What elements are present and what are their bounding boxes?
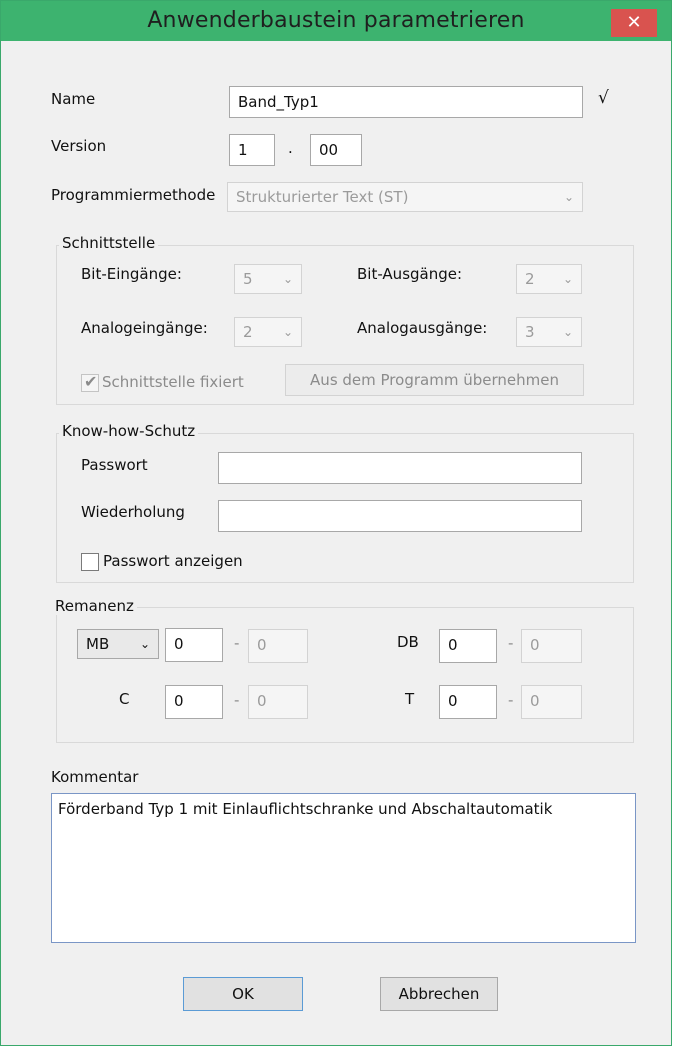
interface-group-label: Schnittstelle — [59, 234, 159, 252]
analog-inputs-value: 2 — [243, 323, 253, 341]
show-password-checkbox[interactable] — [81, 553, 99, 571]
take-from-program-button[interactable]: Aus dem Programm übernehmen — [285, 364, 584, 396]
show-password-label: Passwort anzeigen — [103, 552, 243, 570]
checkmark-icon: ✔ — [84, 372, 98, 391]
bit-outputs-select[interactable]: 2 ⌄ — [516, 264, 582, 294]
bit-outputs-label: Bit-Ausgänge: — [357, 265, 463, 283]
analog-outputs-value: 3 — [525, 323, 535, 341]
memory-area-select[interactable]: MB ⌄ — [77, 629, 159, 659]
interface-fixed-label: Schnittstelle fixiert — [102, 373, 244, 391]
version-separator: . — [288, 139, 293, 157]
repeat-label: Wiederholung — [81, 503, 185, 521]
t-range-separator: - — [508, 691, 514, 709]
method-select-value: Strukturierter Text (ST) — [236, 188, 409, 206]
password-input[interactable] — [218, 452, 582, 484]
chevron-down-icon: ⌄ — [139, 637, 150, 651]
chevron-down-icon: ⌄ — [562, 272, 573, 286]
db-from-input[interactable]: 0 — [439, 629, 497, 663]
mb-range-separator: - — [234, 634, 240, 652]
t-to-input: 0 — [521, 685, 582, 719]
c-label: C — [119, 690, 130, 708]
mb-to-input: 0 — [248, 629, 308, 663]
c-range-separator: - — [234, 691, 240, 709]
repeat-input[interactable] — [218, 500, 582, 532]
chevron-down-icon: ⌄ — [562, 325, 573, 339]
analog-outputs-select[interactable]: 3 ⌄ — [516, 317, 582, 347]
c-to-input: 0 — [248, 685, 308, 719]
close-button[interactable]: ✕ — [611, 9, 657, 37]
comment-label: Kommentar — [51, 768, 139, 786]
name-input[interactable]: Band_Typ1 — [229, 86, 583, 118]
name-label: Name — [51, 90, 96, 108]
c-from-input[interactable]: 0 — [165, 685, 223, 719]
bit-outputs-value: 2 — [525, 270, 535, 288]
chevron-down-icon: ⌄ — [282, 272, 293, 286]
password-label: Passwort — [81, 456, 148, 474]
chevron-down-icon: ⌄ — [282, 325, 293, 339]
close-icon: ✕ — [626, 12, 642, 33]
comment-textarea[interactable]: Förderband Typ 1 mit Einlauflichtschrank… — [51, 793, 636, 943]
interface-fixed-checkbox[interactable]: ✔ — [81, 372, 99, 392]
chevron-down-icon: ⌄ — [563, 190, 574, 204]
bit-inputs-value: 5 — [243, 270, 253, 288]
retentive-group — [56, 607, 634, 743]
analog-inputs-select[interactable]: 2 ⌄ — [234, 317, 302, 347]
version-label: Version — [51, 137, 107, 155]
t-from-input[interactable]: 0 — [439, 685, 497, 719]
cancel-button[interactable]: Abbrechen — [380, 977, 498, 1011]
protection-group-label: Know-how-Schutz — [59, 422, 199, 440]
name-valid-icon: √ — [598, 88, 609, 108]
db-label: DB — [397, 633, 419, 651]
method-select[interactable]: Strukturierter Text (ST) ⌄ — [227, 182, 583, 212]
memory-area-value: MB — [86, 635, 110, 653]
db-to-input: 0 — [521, 629, 582, 663]
bit-inputs-select[interactable]: 5 ⌄ — [234, 264, 302, 294]
ok-button[interactable]: OK — [183, 977, 303, 1011]
version-minor-input[interactable]: 00 — [310, 134, 362, 166]
t-label: T — [405, 690, 415, 708]
mb-from-input[interactable]: 0 — [165, 628, 223, 662]
bit-inputs-label: Bit-Eingänge: — [81, 265, 182, 283]
dialog-window: Anwenderbaustein parametrieren ✕ Name Ba… — [0, 0, 672, 1046]
version-major-input[interactable]: 1 — [229, 134, 275, 166]
window-title: Anwenderbaustein parametrieren — [147, 8, 525, 33]
analog-outputs-label: Analogausgänge: — [357, 319, 488, 337]
retentive-group-label: Remanenz — [52, 597, 137, 615]
analog-inputs-label: Analogeingänge: — [81, 319, 208, 337]
db-range-separator: - — [508, 634, 514, 652]
method-label: Programmiermethode — [51, 186, 216, 204]
title-bar[interactable]: Anwenderbaustein parametrieren ✕ — [1, 1, 671, 41]
